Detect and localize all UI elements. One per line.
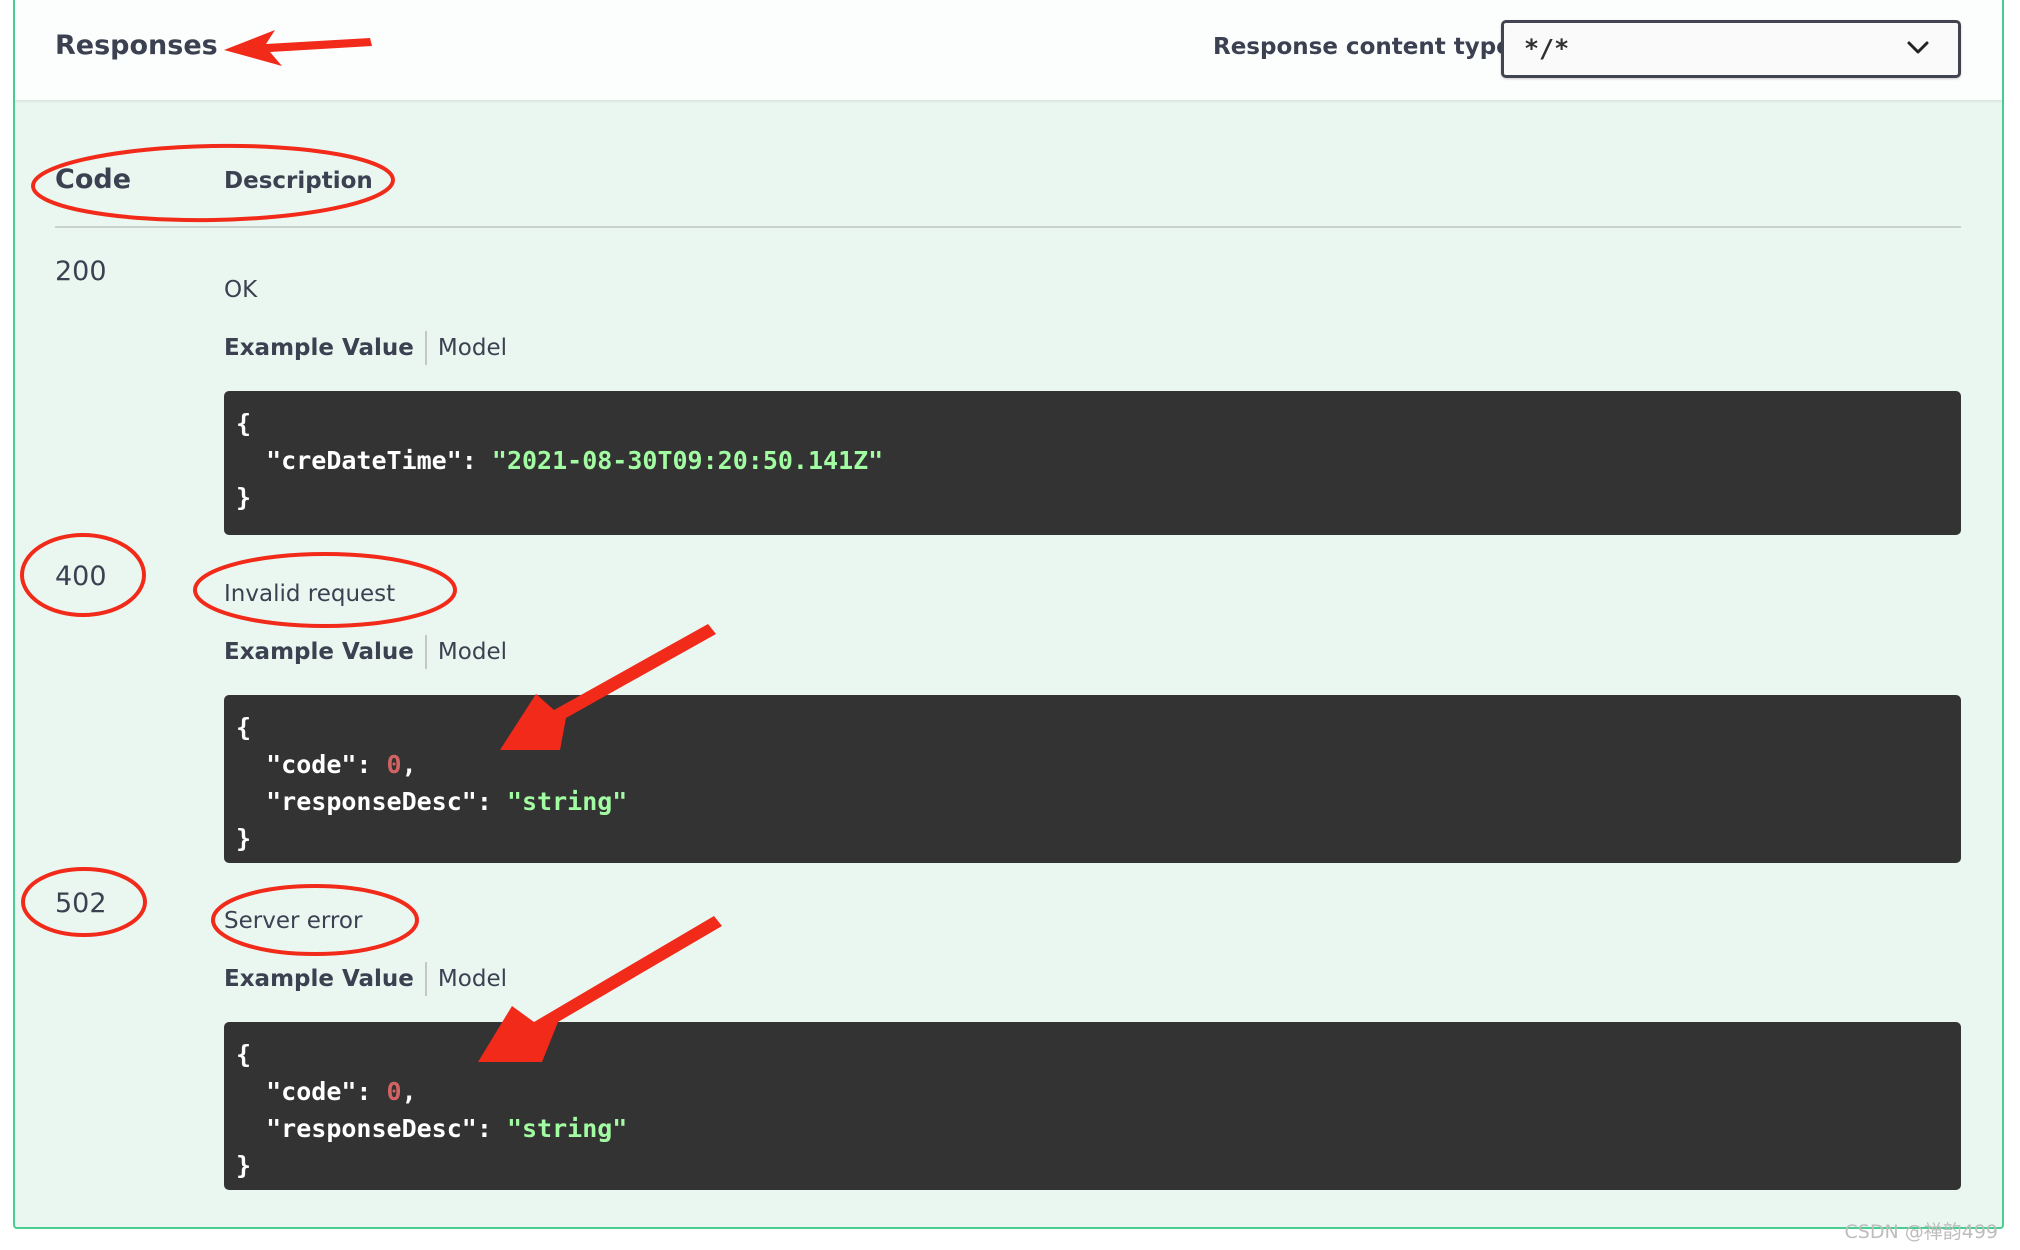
- code-brace-open: {: [236, 713, 252, 742]
- content-type-select[interactable]: */*: [1501, 20, 1961, 78]
- example-tabs: Example Value Model: [224, 635, 507, 673]
- response-description: Invalid request: [224, 581, 396, 607]
- tab-example-value[interactable]: Example Value: [224, 966, 425, 992]
- json-string-value: "string": [506, 1114, 628, 1143]
- code-brace-open: {: [236, 1040, 252, 1069]
- json-key: "code": [266, 1077, 357, 1106]
- example-tabs: Example Value Model: [224, 331, 507, 369]
- responses-title: Responses: [55, 30, 218, 61]
- responses-panel: Responses Response content type */* Code…: [13, 0, 2004, 1229]
- json-number-value: 0: [386, 1077, 402, 1106]
- content-type-label: Response content type: [1213, 34, 1512, 60]
- tab-example-value[interactable]: Example Value: [224, 335, 425, 361]
- code-brace-close: }: [236, 824, 252, 853]
- watermark: CSDN @禅韵499: [1844, 1221, 1998, 1243]
- code-column-header: Code: [55, 164, 132, 195]
- json-string-value: "2021-08-30T09:20:50.141Z": [491, 446, 884, 475]
- tab-model[interactable]: Model: [427, 335, 507, 361]
- example-code-block: { "code": 0, "responseDesc": "string" }: [224, 695, 1961, 863]
- json-key: "creDateTime": [266, 446, 462, 475]
- code-brace-close: }: [236, 1151, 252, 1180]
- example-code-block: { "code": 0, "responseDesc": "string" }: [224, 1022, 1961, 1190]
- table-header-divider: [55, 226, 1961, 228]
- json-key: "responseDesc": [266, 1114, 477, 1143]
- response-code: 400: [55, 561, 107, 592]
- example-tabs: Example Value Model: [224, 962, 507, 1000]
- code-brace-open: {: [236, 409, 252, 438]
- example-code-block: { "creDateTime": "2021-08-30T09:20:50.14…: [224, 391, 1961, 535]
- json-key: "code": [266, 750, 357, 779]
- tab-model[interactable]: Model: [427, 966, 507, 992]
- response-code: 200: [55, 256, 107, 287]
- content-type-value: */*: [1524, 34, 1570, 63]
- code-brace-close: }: [236, 483, 252, 512]
- response-description: Server error: [224, 908, 363, 934]
- json-number-value: 0: [386, 750, 402, 779]
- chevron-down-icon: [1907, 41, 1929, 54]
- response-description: OK: [224, 277, 258, 303]
- response-code: 502: [55, 888, 107, 919]
- responses-header: Responses Response content type */*: [15, 0, 2002, 100]
- json-string-value: "string": [506, 787, 628, 816]
- json-key: "responseDesc": [266, 787, 477, 816]
- tab-example-value[interactable]: Example Value: [224, 639, 425, 665]
- tab-model[interactable]: Model: [427, 639, 507, 665]
- description-column-header: Description: [224, 168, 373, 194]
